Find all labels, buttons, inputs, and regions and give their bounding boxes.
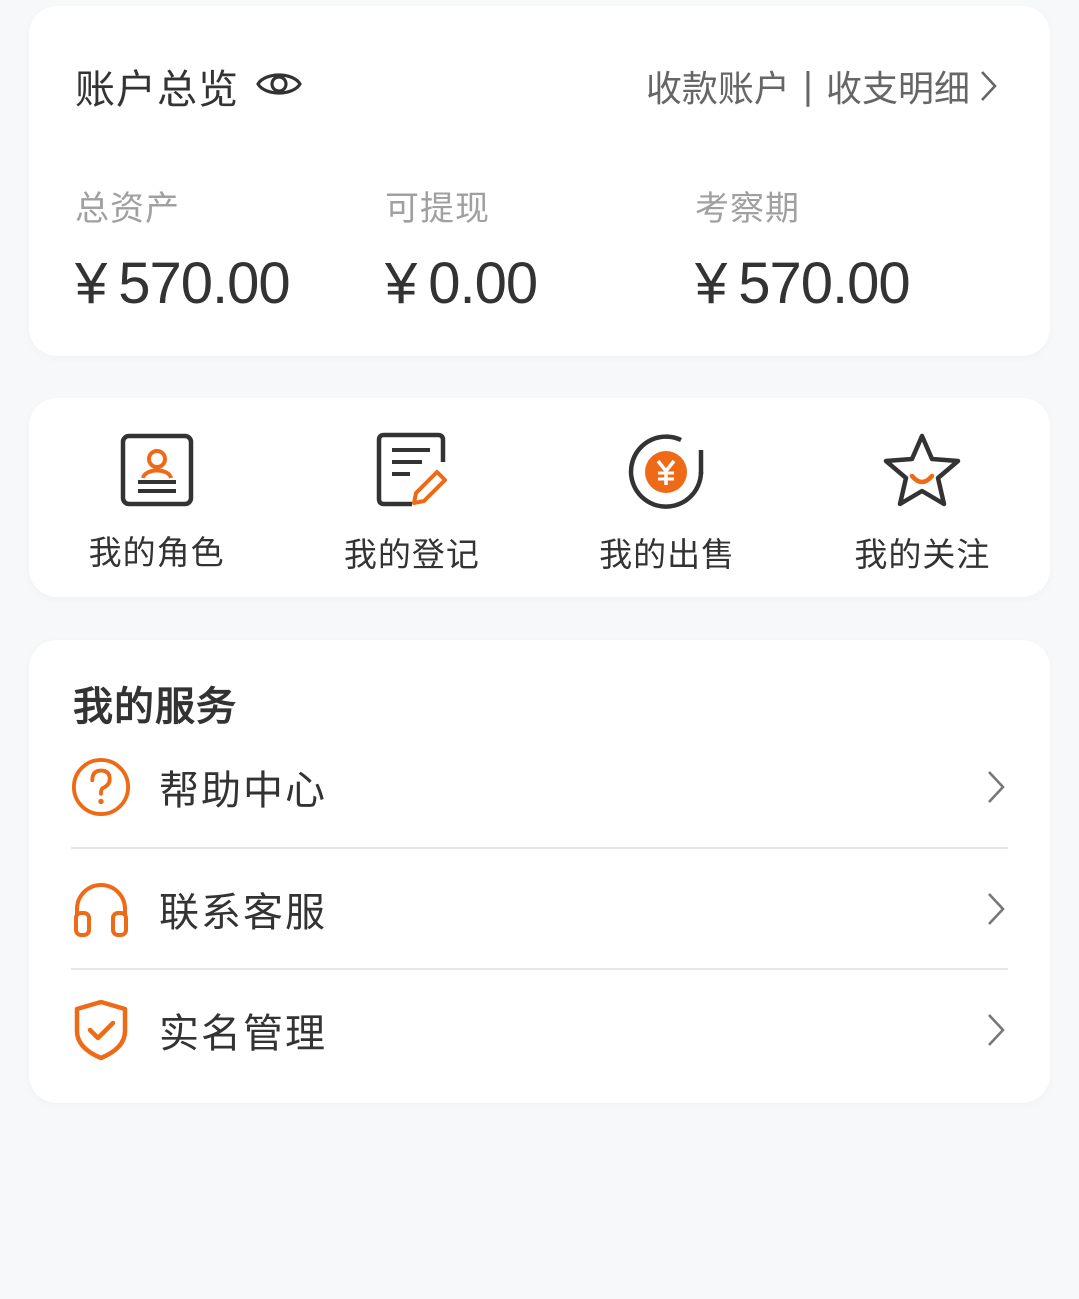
- statement-link[interactable]: 收支明细: [826, 60, 970, 112]
- stat-value: ¥0.00: [385, 250, 538, 317]
- eye-icon[interactable]: [255, 67, 303, 105]
- star-icon: [884, 433, 961, 507]
- service-item-real-name[interactable]: 实名管理: [71, 970, 1008, 1090]
- my-services-card: 我的服务 帮助中心 联系客服 实名管理: [29, 640, 1050, 1103]
- currency-symbol: ¥: [385, 251, 417, 316]
- currency-symbol: ¥: [695, 251, 727, 316]
- service-label: 联系客服: [159, 890, 327, 936]
- stat-value: ¥570.00: [695, 250, 911, 317]
- stat-probation: 考察期 ¥570.00: [695, 181, 911, 317]
- account-overview-title: 账户总览: [75, 67, 239, 113]
- shield-check-icon: [71, 999, 131, 1061]
- link-separator: |: [801, 65, 814, 107]
- register-edit-icon: [376, 432, 447, 507]
- stat-label: 可提现: [385, 189, 490, 229]
- account-overview-title-group: 账户总览: [75, 57, 303, 115]
- role-card-icon: [120, 433, 193, 507]
- chevron-right-icon: [988, 893, 1005, 925]
- services-title: 我的服务: [73, 684, 237, 730]
- stat-amount: 570.00: [118, 251, 290, 316]
- stat-label: 总资产: [75, 189, 180, 229]
- stat-amount: 570.00: [738, 251, 910, 316]
- service-item-contact-support[interactable]: 联系客服: [71, 849, 1008, 969]
- account-overview-header: 账户总览 收款账户 | 收支明细: [75, 58, 1000, 114]
- chevron-right-icon: [988, 771, 1005, 803]
- action-label: 我的角色: [88, 533, 225, 572]
- stat-total-assets: 总资产 ¥570.00: [75, 181, 291, 317]
- balance-stats: 总资产 ¥570.00 可提现 ¥0.00 考察期 ¥570.00: [75, 181, 1010, 321]
- stat-value: ¥570.00: [75, 250, 291, 317]
- action-label: 我的登记: [343, 535, 480, 574]
- action-label: 我的关注: [854, 535, 991, 574]
- sale-yen-icon: [628, 434, 704, 509]
- action-my-follow[interactable]: 我的关注: [795, 398, 1050, 597]
- action-my-role[interactable]: 我的角色: [29, 398, 284, 597]
- action-my-sale[interactable]: 我的出售: [540, 398, 795, 597]
- stat-amount: 0.00: [428, 251, 538, 316]
- action-label: 我的出售: [599, 535, 736, 574]
- account-overview-card: 账户总览 收款账户 | 收支明细 总资产 ¥570.00 可提现 ¥ 0.00 …: [29, 6, 1050, 356]
- stat-withdrawable: 可提现 ¥0.00: [385, 181, 538, 317]
- currency-symbol: ¥: [75, 251, 107, 316]
- service-label: 帮助中心: [159, 768, 327, 814]
- stat-label: 考察期: [695, 189, 800, 229]
- action-my-register[interactable]: 我的登记: [284, 398, 539, 597]
- chevron-right-icon: [988, 1014, 1005, 1046]
- help-circle-icon: [71, 757, 131, 817]
- receive-account-link[interactable]: 收款账户: [646, 60, 790, 112]
- service-label: 实名管理: [159, 1011, 327, 1057]
- service-item-help-center[interactable]: 帮助中心: [71, 727, 1008, 847]
- quick-actions-card: 我的角色 我的登记 我的出售 我的关注: [29, 398, 1050, 597]
- headset-icon: [71, 879, 131, 939]
- chevron-right-icon[interactable]: [978, 68, 1000, 104]
- account-links: 收款账户 | 收支明细: [646, 60, 1000, 112]
